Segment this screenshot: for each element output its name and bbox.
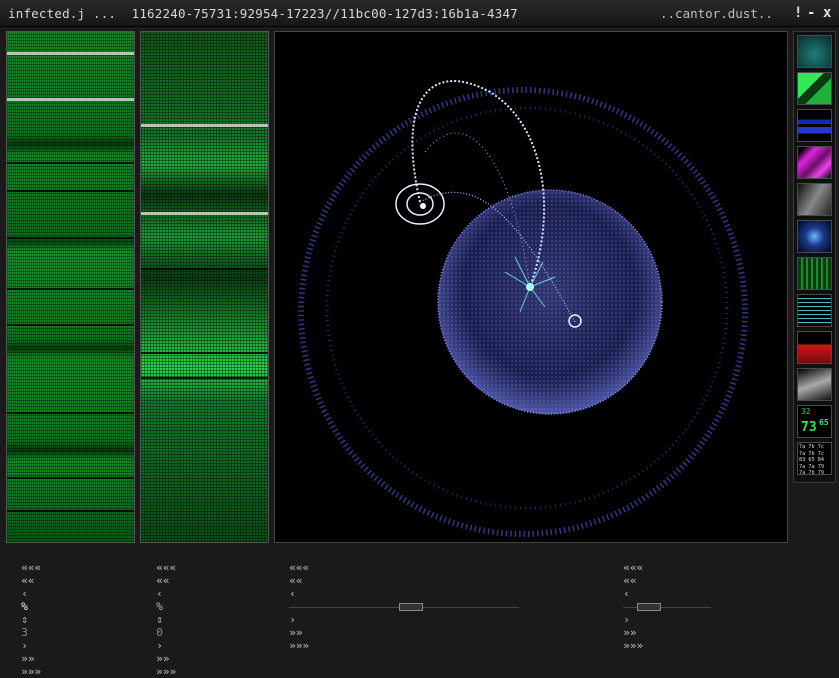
scroll-track[interactable] — [289, 602, 520, 611]
thumb-blue-burst[interactable] — [797, 220, 832, 253]
thumb-green-grid[interactable] — [797, 257, 832, 290]
help-button[interactable]: ! — [794, 5, 802, 21]
strip-divider — [7, 288, 134, 290]
last-button[interactable]: »»» — [289, 639, 309, 652]
nav-detail: ««« «« ‹ % ⇕ 0 › »» »»» — [143, 548, 176, 678]
zoom-button[interactable]: % — [21, 600, 28, 613]
strip-divider — [7, 412, 134, 414]
strip-divider — [7, 162, 134, 164]
byte-strip-detail-image — [141, 32, 268, 542]
strip-divider — [141, 352, 268, 354]
zoom-button[interactable]: % — [156, 600, 163, 613]
prev-button[interactable]: ‹ — [289, 587, 296, 600]
view-selector: 32 73 65 7a 7b 7c 7a 7b 7c 83 65 84 7a 7… — [793, 31, 836, 483]
nav-overview: ««« «« ‹ % ⇕ 3 › »» »»» — [8, 548, 41, 678]
prev-page-button[interactable]: «« — [623, 574, 636, 587]
prev-button[interactable]: ‹ — [156, 587, 163, 600]
thumb-blue-blocks[interactable] — [797, 109, 832, 142]
main-visualization[interactable] — [274, 31, 788, 543]
counter-big: 73 — [801, 420, 817, 435]
next-page-button[interactable]: »» — [156, 652, 169, 665]
last-button[interactable]: »»» — [623, 639, 643, 652]
prev-button[interactable]: ‹ — [623, 587, 630, 600]
strip-marker — [141, 212, 268, 215]
prev-page-button[interactable]: «« — [21, 574, 34, 587]
nav-main-start: ««« «« ‹ › »» »»» — [276, 548, 520, 652]
orbit-node-core — [406, 192, 434, 216]
counter-small: 32 — [801, 407, 811, 416]
strip-marker — [7, 98, 134, 101]
strip-divider — [7, 237, 134, 239]
scroll-track[interactable] — [623, 602, 712, 611]
orbit-node-center — [420, 203, 426, 209]
strip-divider — [7, 190, 134, 192]
hex-grid-text: 7a 7b 7c 7a 7b 7c 83 65 84 7a 7a 79 7a 7… — [799, 444, 824, 475]
scroll-thumb[interactable] — [637, 602, 662, 611]
stepper-arrows-icon[interactable]: ⇕ — [21, 613, 28, 626]
scroll-thumb[interactable] — [399, 602, 424, 611]
byte-strip-overview-image — [7, 32, 134, 542]
window-subtitle: ..cantor.dust.. — [660, 6, 773, 21]
next-page-button[interactable]: »» — [21, 652, 34, 665]
next-button[interactable]: › — [21, 639, 28, 652]
prev-page-button[interactable]: «« — [289, 574, 302, 587]
strip-divider — [7, 510, 134, 512]
title-bar[interactable]: infected.j ... 1162240-75731:92954-17223… — [0, 0, 839, 27]
next-button[interactable]: › — [156, 639, 163, 652]
thumb-magenta[interactable] — [797, 146, 832, 179]
strip-divider — [141, 377, 268, 379]
strip-divider — [7, 324, 134, 326]
strip-divider — [141, 268, 268, 270]
thumb-gray-surface[interactable] — [797, 368, 832, 401]
first-button[interactable]: ««« — [623, 561, 643, 574]
thumb-teal-noise[interactable] — [797, 35, 832, 68]
close-button[interactable]: x — [823, 5, 831, 21]
thumb-byte-counter[interactable]: 32 73 65 — [797, 405, 832, 438]
nav-main-end: ««« «« ‹ › »» »»» — [610, 548, 712, 652]
strip-divider — [7, 477, 134, 479]
thumb-red-histogram[interactable] — [797, 331, 832, 364]
first-button[interactable]: ««« — [21, 561, 41, 574]
thumb-green-diagonal[interactable] — [797, 72, 832, 105]
minimize-button[interactable]: - — [807, 5, 815, 21]
thumb-dotted-grid[interactable] — [797, 294, 832, 327]
thumb-gray-wave[interactable] — [797, 183, 832, 216]
byte-strip-overview[interactable] — [6, 31, 135, 543]
window-title: infected.j ... 1162240-75731:92954-17223… — [8, 6, 518, 21]
cantor-dust-plot — [298, 80, 748, 537]
last-button[interactable]: »»» — [156, 665, 176, 678]
counter-sup: 65 — [819, 418, 829, 427]
strip-marker — [7, 52, 134, 55]
stepper-arrows-icon[interactable]: ⇕ — [156, 613, 163, 626]
orbit-node — [395, 183, 445, 225]
strip-marker — [141, 124, 268, 127]
prev-page-button[interactable]: «« — [156, 574, 169, 587]
prev-button[interactable]: ‹ — [21, 587, 28, 600]
stepper-value[interactable]: 3 — [21, 626, 28, 639]
thumb-hex-grid[interactable]: 7a 7b 7c 7a 7b 7c 83 65 84 7a 7a 79 7a 7… — [797, 442, 832, 475]
last-button[interactable]: »»» — [21, 665, 41, 678]
dust-sphere-texture — [438, 190, 662, 414]
byte-strip-detail[interactable] — [140, 31, 269, 543]
stepper-value[interactable]: 0 — [156, 626, 163, 639]
first-button[interactable]: ««« — [289, 561, 309, 574]
first-button[interactable]: ««« — [156, 561, 176, 574]
